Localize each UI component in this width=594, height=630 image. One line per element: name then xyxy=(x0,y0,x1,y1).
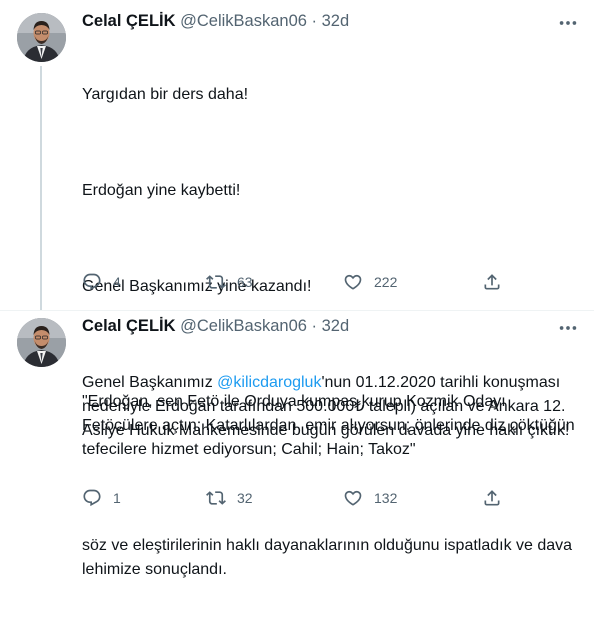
retweet-button[interactable]: 32 xyxy=(206,487,253,509)
like-button[interactable]: 222 xyxy=(343,271,397,293)
tweet-timestamp[interactable]: 32d xyxy=(322,317,350,335)
thread-connector-line xyxy=(40,66,42,310)
tweet-paragraph: Erdoğan yine kaybetti! xyxy=(82,182,241,199)
more-options-icon[interactable] xyxy=(557,12,579,34)
avatar-image xyxy=(17,318,66,367)
reply-icon xyxy=(83,273,101,291)
user-handle[interactable]: @CelikBaskan06 xyxy=(180,317,307,335)
like-count: 222 xyxy=(374,274,398,290)
tweet-paragraph: "Erdoğan, sen Fetö ile Orduya kumpas kur… xyxy=(82,393,580,458)
display-name[interactable]: Celal ÇELİK xyxy=(82,317,176,335)
tweet-paragraph: Yargıdan bir ders daha! xyxy=(82,86,249,103)
heart-icon xyxy=(344,274,362,290)
retweet-icon xyxy=(206,275,226,289)
more-options-icon[interactable] xyxy=(557,317,579,339)
reply-icon xyxy=(83,489,101,507)
retweet-count: 32 xyxy=(237,490,253,506)
tweet[interactable]: Celal ÇELİK @CelikBaskan06 · 32d Yargıda… xyxy=(0,0,594,439)
tweet-actions: 4 63 222 xyxy=(82,271,552,293)
separator-dot: · xyxy=(311,12,318,30)
tweet-timestamp[interactable]: 32d xyxy=(322,12,350,30)
separator-dot: · xyxy=(311,317,318,335)
retweet-icon xyxy=(206,491,226,505)
reply-count: 4 xyxy=(113,274,121,290)
tweet-actions: 1 32 132 xyxy=(82,487,552,509)
reply-count: 1 xyxy=(113,490,121,506)
reply-button[interactable]: 1 xyxy=(82,487,121,509)
retweet-count: 63 xyxy=(237,274,253,290)
tweet[interactable]: Celal ÇELİK @CelikBaskan06 · 32d "Erdoğa… xyxy=(0,310,594,578)
share-icon xyxy=(484,490,500,506)
heart-icon xyxy=(344,490,362,506)
reply-button[interactable]: 4 xyxy=(82,271,121,293)
retweet-button[interactable]: 63 xyxy=(206,271,253,293)
like-button[interactable]: 132 xyxy=(343,487,397,509)
user-handle[interactable]: @CelikBaskan06 xyxy=(180,12,307,30)
share-button[interactable] xyxy=(482,271,513,293)
display-name[interactable]: Celal ÇELİK xyxy=(82,12,176,30)
like-count: 132 xyxy=(374,490,398,506)
avatar[interactable] xyxy=(17,318,66,367)
tweet-paragraph: söz ve eleştirilerinin haklı dayanakları… xyxy=(82,537,577,578)
tweet-text: "Erdoğan, sen Fetö ile Orduya kumpas kur… xyxy=(82,342,582,630)
tweet-header: Celal ÇELİK @CelikBaskan06 · 32d xyxy=(82,317,349,336)
tweet-header: Celal ÇELİK @CelikBaskan06 · 32d xyxy=(82,12,349,31)
share-button[interactable] xyxy=(482,487,513,509)
avatar-image xyxy=(17,13,66,62)
share-icon xyxy=(484,274,500,290)
avatar[interactable] xyxy=(17,13,66,62)
